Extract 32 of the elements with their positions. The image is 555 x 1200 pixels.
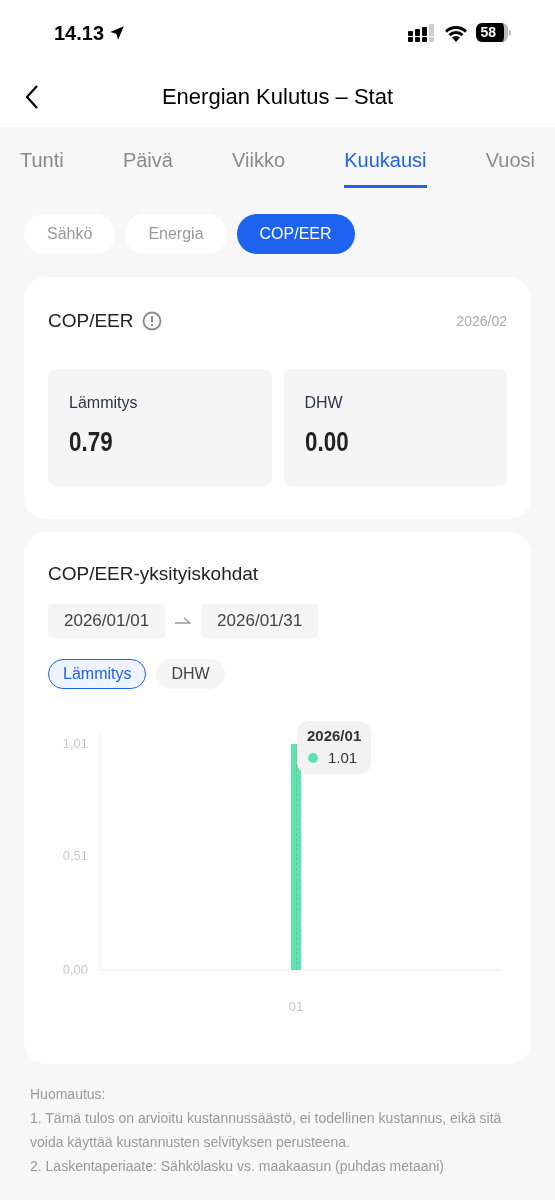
notes-title: Huomautus: <box>30 1084 107 1104</box>
metric-chip[interactable]: COP/EER <box>236 214 355 254</box>
period-tab[interactable]: Tunti <box>20 145 64 188</box>
period-tab[interactable]: Vuosi <box>485 145 535 188</box>
battery-indicator: 58 <box>476 23 508 42</box>
note-text: 2. Laskentaperiaate: Sähkölasku vs. maakaasun (puhdas metaani) <box>30 1156 446 1176</box>
page-title: Energian Kulutus – Stat <box>161 82 394 111</box>
metric-chip[interactable]: Energia <box>125 214 227 254</box>
period-label: 2026/02 <box>456 311 507 331</box>
period-tab[interactable]: Kuukausi <box>344 145 427 188</box>
stat-label: Lämmitys <box>69 392 139 413</box>
start-date-field[interactable]: 2026/01/01 <box>48 604 166 638</box>
signal-icon <box>408 23 437 42</box>
status-time: 14.13 <box>54 20 105 46</box>
tooltip-value: 1.01 <box>328 748 358 768</box>
back-icon <box>24 84 40 110</box>
period-tab[interactable]: Päivä <box>122 145 173 188</box>
tooltip-title: 2026/01 <box>307 725 362 746</box>
wifi-icon <box>444 23 469 42</box>
series-chip[interactable]: DHW <box>156 658 225 689</box>
stat-label: DHW <box>304 392 344 413</box>
card-title: COP/EER-yksityiskohdat <box>48 561 260 586</box>
note-text: 1. Tämä tulos on arvioitu kustannussäästö, ei todellinen kustannus, eikä sitä voida käyttää kustannusten selvityksen perusteena. <box>30 1108 503 1152</box>
series-chip[interactable]: Lämmitys <box>48 658 147 689</box>
info-icon <box>141 311 162 332</box>
end-date-field[interactable]: 2026/01/31 <box>201 604 319 638</box>
stat-value: 0.79 <box>69 424 114 459</box>
period-tab[interactable]: Viikko <box>232 145 286 188</box>
metric-chip[interactable]: Sähkö <box>24 214 116 254</box>
location-icon <box>108 23 127 42</box>
stat-value: 0.00 <box>304 424 350 459</box>
card-title: COP/EER <box>48 309 134 333</box>
